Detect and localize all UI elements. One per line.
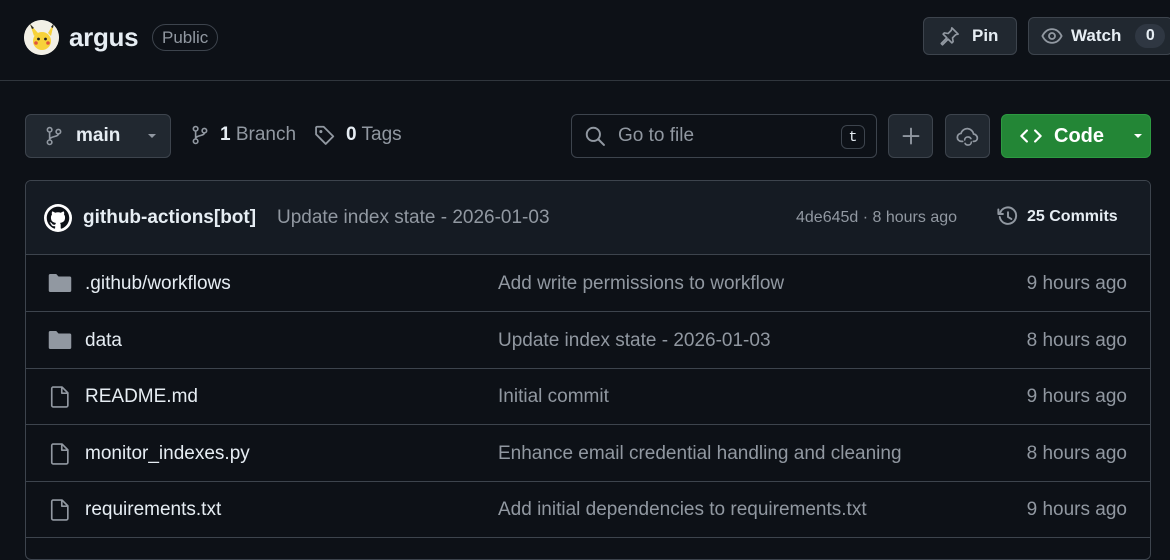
file-commit-time: 8 hours ago (1026, 442, 1127, 464)
caret-down-icon (1134, 134, 1142, 138)
watch-label: Watch (1071, 26, 1122, 45)
file-commit-time: 8 hours ago (1026, 329, 1127, 351)
watch-button[interactable]: Watch 0 (1028, 17, 1170, 55)
latest-commit-bar: github-actions[bot] Update index state -… (26, 181, 1150, 255)
commit-author[interactable]: github-actions[bot] (83, 207, 256, 229)
commit-hash-time[interactable]: 4de645d · 8 hours ago (796, 209, 957, 227)
cloud-sync-icon (955, 127, 978, 146)
tags-label: Tags (361, 124, 402, 145)
file-commit-message[interactable]: Update index state - 2026-01-03 (498, 330, 771, 352)
file-commit-time: 9 hours ago (1026, 273, 1127, 294)
code-icon (1020, 129, 1042, 143)
pin-button[interactable]: Pin (923, 17, 1017, 55)
caret-down-icon (148, 134, 157, 138)
file-row[interactable]: README.md Initial commit 9 hours ago (26, 368, 1150, 425)
branches-label: Branch (235, 124, 297, 145)
file-commit-time: 9 hours ago (1026, 499, 1127, 520)
history-icon (997, 206, 1018, 225)
file-row[interactable]: monitor_indexes.py Enhance email credenti… (26, 425, 1150, 482)
file-icon (50, 499, 70, 526)
repo-header: argus Public Pin Watch 0 (0, 0, 1170, 81)
tags-link[interactable]: 0 Tags (314, 124, 402, 146)
watch-count: 0 (1135, 24, 1166, 48)
tags-count: 0 (346, 124, 357, 145)
file-row[interactable]: requirements.txt Add initial dependencies… (26, 481, 1150, 538)
owner-avatar[interactable] (24, 20, 59, 55)
go-to-file-input[interactable]: Go to file t (571, 114, 877, 158)
file-name-link[interactable]: requirements.txt (85, 499, 221, 521)
visibility-badge: Public (152, 24, 219, 51)
file-name-link[interactable]: README.md (85, 386, 198, 408)
file-name-link[interactable]: .github/workflows (85, 273, 231, 295)
file-row[interactable]: data Update index state - 2026-01-03 8 hou… (26, 312, 1150, 369)
code-button[interactable]: Code (1001, 114, 1151, 158)
go-to-file-placeholder: Go to file (618, 125, 695, 146)
pin-label: Pin (972, 26, 999, 45)
tag-icon (315, 125, 335, 145)
pin-icon (940, 27, 959, 46)
code-label: Code (1054, 124, 1104, 147)
pikachu-avatar-icon (24, 20, 59, 55)
file-tree: github-actions[bot] Update index state -… (25, 180, 1151, 560)
file-commit-message[interactable]: Add write permissions to workflow (498, 273, 784, 295)
repo-name[interactable]: argus (69, 22, 139, 53)
branches-link[interactable]: 1 Branch (190, 124, 296, 146)
file-commit-message[interactable]: Add initial dependencies to requirements… (498, 499, 867, 521)
commit-message[interactable]: Update index state - 2026-01-03 (277, 207, 550, 229)
file-commit-time: 9 hours ago (1026, 386, 1127, 407)
file-commit-message[interactable]: Enhance email credential handling and cl… (498, 443, 902, 465)
plus-icon (902, 127, 919, 145)
file-commit-message[interactable]: Initial commit (498, 386, 609, 408)
codespaces-button[interactable] (945, 114, 990, 158)
branch-select-button[interactable]: main (25, 114, 171, 158)
folder-icon (48, 330, 72, 355)
github-logo-icon[interactable] (44, 204, 72, 232)
branch-name: main (76, 125, 121, 146)
shortcut-key: t (841, 125, 865, 149)
eye-icon (1041, 28, 1063, 44)
file-row[interactable]: .github/workflows Add write permissions t… (26, 255, 1150, 312)
file-icon (50, 386, 70, 413)
commits-count-label: 25 Commits (1027, 208, 1118, 225)
search-icon (585, 126, 605, 146)
commits-history-link[interactable]: 25 Commits (997, 206, 1118, 228)
git-branch-icon (192, 125, 208, 145)
add-file-button[interactable] (888, 114, 933, 158)
file-name-link[interactable]: monitor_indexes.py (85, 443, 250, 465)
branches-count: 1 (220, 124, 231, 145)
file-name-link[interactable]: data (85, 330, 122, 352)
file-icon (50, 442, 70, 470)
folder-icon (48, 273, 72, 298)
git-branch-icon (46, 126, 62, 146)
